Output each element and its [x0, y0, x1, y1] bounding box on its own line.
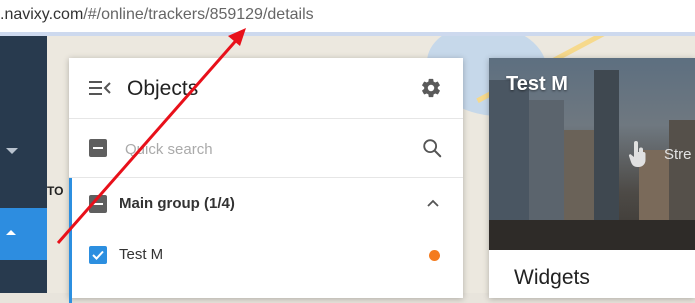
item-label: Test M [119, 246, 164, 263]
gear-icon[interactable] [420, 77, 442, 99]
url-path: /#/online/trackers/859129/details [83, 6, 314, 23]
url-text[interactable]: .navixy.com/#/online/trackers/859129/det… [0, 6, 314, 24]
tracker-title: Test M [506, 73, 568, 95]
group-checkbox[interactable] [89, 195, 107, 213]
search-icon[interactable] [421, 137, 443, 159]
item-checkbox[interactable] [89, 246, 107, 264]
app-sidebar [0, 36, 47, 293]
street-view-photo[interactable]: Test M Stre [489, 58, 695, 250]
status-dot [429, 250, 440, 261]
chevron-up-icon[interactable] [427, 199, 439, 207]
check-icon [92, 250, 104, 260]
search-input[interactable] [125, 139, 375, 159]
tracker-card: Test M Stre Widgets [489, 58, 695, 298]
panel-title: Objects [127, 77, 199, 100]
group-row[interactable]: Main group (1/4) [69, 178, 463, 230]
street [489, 220, 695, 250]
search-row [69, 119, 463, 177]
group-label: Main group (1/4) [119, 195, 235, 212]
objects-panel: Objects Main group (1/4) Test M [69, 58, 463, 303]
select-all-checkbox[interactable] [89, 139, 107, 157]
street-view-label[interactable]: Stre [664, 146, 692, 163]
chevron-down-icon[interactable] [6, 148, 18, 154]
sidebar-item-active[interactable] [0, 208, 47, 260]
hand-pointer-icon [628, 141, 646, 167]
widgets-heading: Widgets [514, 266, 590, 289]
menu-collapse-icon[interactable] [89, 80, 111, 96]
url-host: .navixy.com [0, 6, 84, 23]
list-item[interactable]: Test M [69, 232, 463, 280]
chevron-up-icon [6, 230, 16, 235]
map-label: TO [47, 184, 64, 198]
panel-header: Objects [69, 58, 463, 118]
address-bar[interactable]: .navixy.com/#/online/trackers/859129/det… [0, 0, 695, 33]
